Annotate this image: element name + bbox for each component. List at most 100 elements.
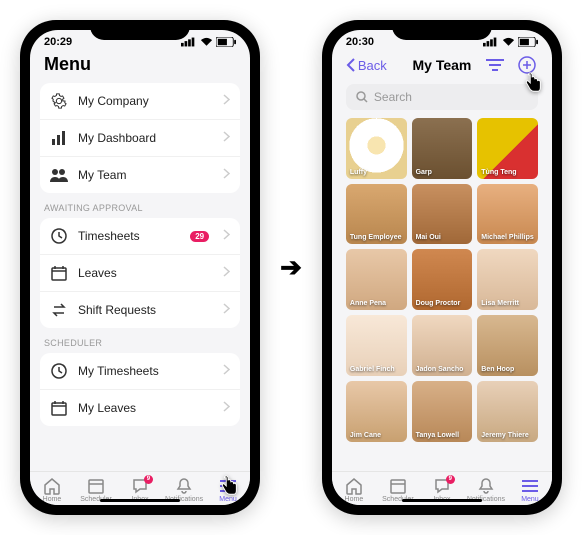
chevron-right-icon — [223, 264, 230, 282]
team-member-tile[interactable]: Mai Oui — [412, 184, 473, 245]
team-member-tile[interactable]: Gabriel Finch — [346, 315, 407, 376]
notifications-icon — [477, 477, 495, 495]
menu-group: My Timesheets My Leaves — [40, 353, 240, 426]
team-member-tile[interactable]: Lisa Merritt — [477, 249, 538, 310]
count-badge: 29 — [190, 231, 209, 242]
tab-home[interactable]: Home — [333, 477, 375, 503]
home-indicator — [402, 499, 482, 502]
member-name: Tung Employee — [350, 234, 403, 241]
member-name: Doug Proctor — [416, 300, 469, 307]
menu-item-label: My Dashboard — [78, 131, 213, 145]
menu-content[interactable]: My Company My Dashboard My Team AWAITING AP… — [30, 83, 250, 471]
chevron-right-icon — [223, 301, 230, 319]
team-member-tile[interactable]: Luffy — [346, 118, 407, 179]
menu-item-label: My Timesheets — [78, 364, 213, 378]
tab-label: Home — [43, 496, 62, 503]
tab-menu[interactable]: Menu — [509, 477, 551, 503]
member-name: Tanya Lowell — [416, 432, 469, 439]
team-member-tile[interactable]: Doug Proctor — [412, 249, 473, 310]
tab-home[interactable]: Home — [31, 477, 73, 503]
scheduler-icon — [87, 477, 105, 495]
status-time: 20:29 — [44, 36, 72, 48]
member-name: Tùng Teng — [481, 169, 534, 176]
phone-notch — [90, 20, 190, 40]
menu-item-my-team[interactable]: My Team — [40, 157, 240, 193]
swap-icon — [50, 301, 68, 319]
member-name: Lisa Merritt — [481, 300, 534, 307]
calendar-icon — [50, 399, 68, 417]
team-member-tile[interactable]: Ben Hoop — [477, 315, 538, 376]
page-title: Menu — [44, 54, 91, 75]
chevron-right-icon — [223, 92, 230, 110]
member-name: Gabriel Finch — [350, 366, 403, 373]
team-content[interactable]: Search Luffy Garp Tùng Teng Tung Employee Ma… — [332, 84, 552, 471]
status-time: 20:30 — [346, 36, 374, 48]
menu-item-label: My Company — [78, 94, 213, 108]
member-name: Garp — [416, 169, 469, 176]
gear-icon — [50, 92, 68, 110]
team-member-tile[interactable]: Tanya Lowell — [412, 381, 473, 442]
search-placeholder: Search — [374, 90, 412, 104]
header: Back My Team — [332, 50, 552, 84]
header: Menu — [30, 50, 250, 83]
home-icon — [43, 477, 61, 495]
chevron-right-icon — [223, 166, 230, 184]
menu-item-my-dashboard[interactable]: My Dashboard — [40, 120, 240, 157]
menu-item-shift-requests[interactable]: Shift Requests — [40, 292, 240, 328]
menu-item-my-company[interactable]: My Company — [40, 83, 240, 120]
back-button[interactable]: Back — [346, 58, 387, 73]
menu-item-my-timesheets[interactable]: My Timesheets — [40, 353, 240, 390]
menu-item-label: My Team — [78, 168, 213, 182]
team-member-tile[interactable]: Anne Pena — [346, 249, 407, 310]
tab-label: Home — [345, 496, 364, 503]
team-member-tile[interactable]: Michael Phillips — [477, 184, 538, 245]
team-member-tile[interactable]: Tùng Teng — [477, 118, 538, 179]
page-title: My Team — [413, 57, 472, 73]
inbox-icon: 9 — [131, 477, 149, 495]
menu-item-label: My Leaves — [78, 401, 213, 415]
chevron-right-icon — [223, 227, 230, 245]
chevron-right-icon — [223, 399, 230, 417]
menu-icon — [521, 477, 539, 495]
team-grid: Luffy Garp Tùng Teng Tung Employee Mai Oui Mi… — [342, 118, 542, 442]
menu-item-label: Timesheets — [78, 229, 180, 243]
phone-team: 20:30 Back My Team — [322, 20, 562, 515]
home-indicator — [100, 499, 180, 502]
calendar-icon — [50, 264, 68, 282]
status-icons — [483, 37, 538, 47]
menu-item-my-leaves[interactable]: My Leaves — [40, 390, 240, 426]
team-member-tile[interactable]: Jim Cane — [346, 381, 407, 442]
tab-badge: 9 — [446, 475, 455, 484]
search-input[interactable]: Search — [346, 84, 538, 110]
home-icon — [345, 477, 363, 495]
people-icon — [50, 166, 68, 184]
tab-menu[interactable]: Menu — [207, 477, 249, 503]
menu-item-label: Shift Requests — [78, 303, 213, 317]
search-icon — [356, 91, 368, 103]
member-name: Anne Pena — [350, 300, 403, 307]
member-name: Luffy — [350, 169, 403, 176]
member-name: Michael Phillips — [481, 234, 534, 241]
section-heading: SCHEDULER — [40, 328, 240, 353]
back-label: Back — [358, 58, 387, 73]
menu-group: Timesheets 29 Leaves Shift Requests — [40, 218, 240, 328]
menu-item-timesheets[interactable]: Timesheets 29 — [40, 218, 240, 255]
chevron-right-icon — [223, 129, 230, 147]
team-member-tile[interactable]: Tung Employee — [346, 184, 407, 245]
member-name: Jim Cane — [350, 432, 403, 439]
notifications-icon — [175, 477, 193, 495]
member-name: Jadon Sancho — [416, 366, 469, 373]
member-name: Ben Hoop — [481, 366, 534, 373]
menu-group: My Company My Dashboard My Team — [40, 83, 240, 193]
member-name: Jeremy Thiere — [481, 432, 534, 439]
filter-icon[interactable] — [484, 54, 506, 76]
chevron-right-icon — [223, 362, 230, 380]
menu-item-leaves[interactable]: Leaves — [40, 255, 240, 292]
section-heading: AWAITING APPROVAL — [40, 193, 240, 218]
clock-icon — [50, 362, 68, 380]
team-member-tile[interactable]: Jeremy Thiere — [477, 381, 538, 442]
add-button[interactable] — [516, 54, 538, 76]
team-member-tile[interactable]: Garp — [412, 118, 473, 179]
team-member-tile[interactable]: Jadon Sancho — [412, 315, 473, 376]
menu-item-label: Leaves — [78, 266, 213, 280]
